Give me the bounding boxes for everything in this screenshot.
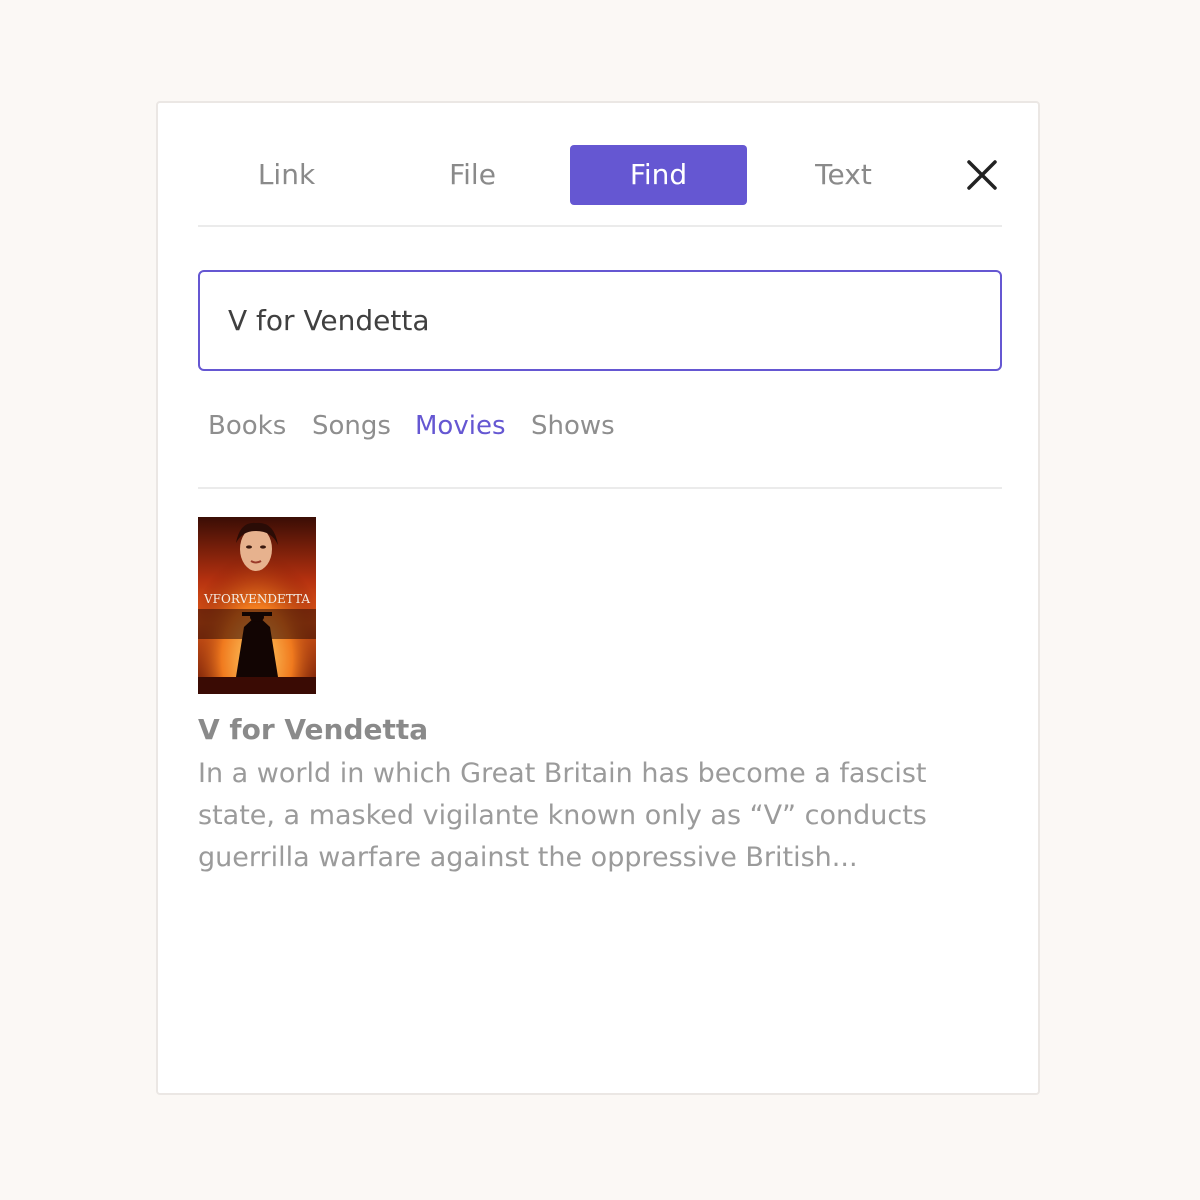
category-songs[interactable]: Songs bbox=[312, 411, 391, 441]
category-books[interactable]: Books bbox=[208, 411, 286, 441]
poster-title: VFORVENDETTA bbox=[203, 592, 310, 606]
category-shows[interactable]: Shows bbox=[531, 411, 615, 441]
result-title[interactable]: V for Vendetta bbox=[198, 713, 428, 746]
result-description: In a world in which Great Britain has be… bbox=[198, 758, 927, 873]
category-filter: Books Songs Movies Shows bbox=[198, 403, 1002, 489]
tab-text[interactable]: Text bbox=[755, 145, 932, 205]
tab-file[interactable]: File bbox=[384, 145, 561, 205]
search-input[interactable] bbox=[228, 272, 968, 369]
search-box bbox=[198, 270, 1002, 371]
attachment-dialog: Link File Find Text Books Songs Movies S… bbox=[156, 101, 1040, 1095]
movie-poster[interactable]: VFORVENDETTA bbox=[198, 517, 316, 694]
tab-link[interactable]: Link bbox=[198, 145, 375, 205]
tab-find[interactable]: Find bbox=[570, 145, 747, 205]
category-movies[interactable]: Movies bbox=[415, 411, 506, 441]
close-icon bbox=[967, 160, 997, 190]
tab-bar: Link File Find Text bbox=[198, 143, 1002, 227]
close-button[interactable] bbox=[960, 153, 1004, 197]
